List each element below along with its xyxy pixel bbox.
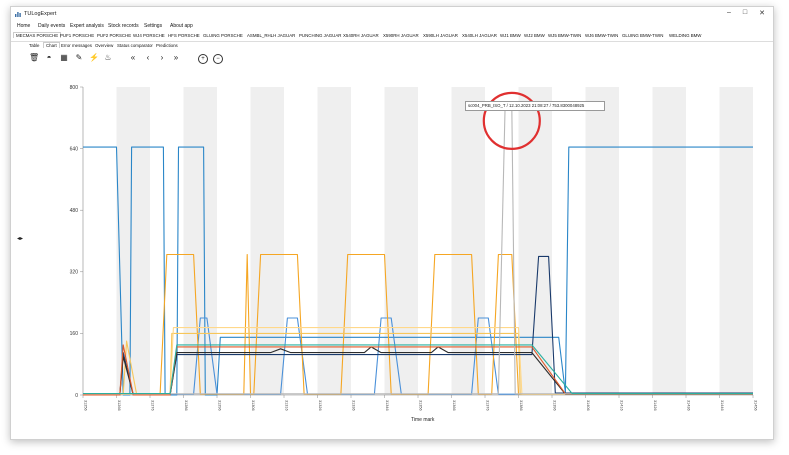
chart-toolbar: 🗑 ◓ ▦ ✎ ⚡ ♨ « ‹ › » + − bbox=[11, 51, 773, 65]
tab-line[interactable]: X540LH JAGUAR bbox=[462, 33, 497, 38]
tab-line[interactable]: WJ4 PORSCHE bbox=[133, 33, 165, 38]
tab-line[interactable]: WJ6 BMW-TWIN bbox=[585, 33, 618, 38]
tab-line[interactable]: GLUING PORSCHE bbox=[203, 33, 243, 38]
x-tick-label: 31406 bbox=[586, 400, 590, 411]
window-title: TULogExpert bbox=[24, 11, 57, 17]
grid-band bbox=[652, 87, 686, 395]
maximize-button[interactable]: □ bbox=[739, 9, 751, 16]
tab-line[interactable]: WJ5 BMW-TWIN bbox=[548, 33, 581, 38]
x-tick-label: 31386 bbox=[519, 400, 523, 411]
data-point-tooltip: sc004_PRB_ISO_T / 12.10.2023 21:08:27 / … bbox=[465, 101, 605, 111]
tab-line[interactable]: X590RH JAGUAR bbox=[383, 33, 419, 38]
tab-line[interactable]: PUF2 PORSCHE bbox=[97, 33, 131, 38]
tab-line[interactable]: HFS PORSCHE bbox=[168, 33, 200, 38]
tab-status-comparator[interactable]: Status comparator bbox=[117, 43, 153, 48]
y-tick-label: 480 bbox=[70, 208, 79, 214]
menu-settings[interactable]: Settings bbox=[144, 23, 162, 29]
grid-band bbox=[719, 87, 753, 395]
app-window: TULogExpert – □ ✕ Home Daily events Expe… bbox=[10, 6, 774, 440]
title-bar: TULogExpert – □ ✕ bbox=[11, 7, 773, 21]
tab-line[interactable]: MECMAS PORSCHE bbox=[13, 32, 62, 38]
x-tick-label: 31356 bbox=[419, 400, 423, 411]
menu-home[interactable]: Home bbox=[17, 23, 30, 29]
x-tick-label: 31396 bbox=[553, 400, 557, 411]
forward-icon[interactable]: › bbox=[157, 53, 167, 63]
fast-forward-icon[interactable]: » bbox=[171, 53, 181, 63]
bolt-icon[interactable]: ⚡ bbox=[89, 53, 99, 63]
x-tick-label: 31266 bbox=[117, 400, 121, 411]
x-tick-label: 31306 bbox=[251, 400, 255, 411]
x-tick-label: 31296 bbox=[218, 400, 222, 411]
tab-line[interactable]: PUF1 PORSCHE bbox=[60, 33, 94, 38]
tab-line[interactable]: ASMBL_RHLH JAGUAR bbox=[247, 33, 295, 38]
tab-predictions[interactable]: Predictions bbox=[156, 43, 178, 48]
trash-icon[interactable]: 🗑 bbox=[29, 53, 39, 63]
tab-line[interactable]: WJ2 BMW bbox=[524, 33, 545, 38]
y-tick-label: 320 bbox=[70, 270, 79, 276]
add-icon[interactable]: + bbox=[198, 54, 208, 64]
tab-line[interactable]: X540RH JAGUAR bbox=[343, 33, 379, 38]
side-panel-handle[interactable]: ◂▸ bbox=[17, 235, 23, 242]
grid-band bbox=[585, 87, 619, 395]
grid-band bbox=[183, 87, 217, 395]
x-tick-label: 31426 bbox=[653, 400, 657, 411]
tab-line[interactable]: WELDING BMW bbox=[669, 33, 701, 38]
menu-stock-records[interactable]: Stock records bbox=[108, 23, 139, 29]
grid-band bbox=[451, 87, 485, 395]
y-tick-label: 160 bbox=[70, 331, 79, 337]
x-tick-label: 31346 bbox=[385, 400, 389, 411]
menu-expert-analysis[interactable]: Expert analysis bbox=[70, 23, 104, 29]
x-tick-label: 31316 bbox=[285, 400, 289, 411]
headset-icon[interactable]: ◓ bbox=[44, 53, 54, 63]
app-logo-icon bbox=[15, 12, 21, 17]
tab-line[interactable]: WJ1 BMW bbox=[500, 33, 521, 38]
menu-bar: Home Daily events Expert analysis Stock … bbox=[11, 21, 773, 30]
edit-icon[interactable]: ✎ bbox=[74, 53, 84, 63]
line-chart: 0 160 320 480 640 800 31256 31266 31276 31286 3129… bbox=[31, 69, 771, 435]
close-button[interactable]: ✕ bbox=[756, 9, 768, 17]
x-axis-title: Time mark bbox=[411, 417, 435, 423]
tab-line[interactable]: GLUING BMW-TWIN bbox=[622, 33, 663, 38]
tab-error-messages[interactable]: Error messages bbox=[61, 43, 92, 48]
back-icon[interactable]: ‹ bbox=[143, 53, 153, 63]
tab-chart[interactable]: Chart bbox=[43, 42, 60, 48]
grid-band bbox=[317, 87, 351, 395]
menu-daily-events[interactable]: Daily events bbox=[38, 23, 65, 29]
y-tick-label: 640 bbox=[70, 146, 79, 152]
x-tick-label: 31286 bbox=[184, 400, 188, 411]
view-tabs: Table Chart Error messages Overview Stat… bbox=[11, 42, 773, 50]
chart-svg: 0 160 320 480 640 800 31256 31266 31276 31286 3129… bbox=[70, 85, 758, 411]
x-tick-label: 31416 bbox=[620, 400, 624, 411]
y-tick-label: 800 bbox=[70, 85, 79, 91]
x-tick-label: 31336 bbox=[352, 400, 356, 411]
x-tick-label: 31256 bbox=[84, 400, 88, 411]
tab-overview[interactable]: Overview bbox=[95, 43, 113, 48]
x-tick-label: 31366 bbox=[452, 400, 456, 411]
tab-line[interactable]: X590LH JAGUAR bbox=[423, 33, 458, 38]
x-tick-label: 31456 bbox=[754, 400, 758, 411]
x-tick-label: 31276 bbox=[151, 400, 155, 411]
tab-line[interactable]: PUNCHING JAGUAR bbox=[299, 33, 341, 38]
minus-icon[interactable]: − bbox=[213, 54, 223, 64]
minimize-button[interactable]: – bbox=[723, 9, 735, 16]
production-line-tabs: MECMAS PORSCHE PUF1 PORSCHE PUF2 PORSCHE… bbox=[11, 31, 773, 42]
x-tick-label: 31436 bbox=[687, 400, 691, 411]
y-tick-label: 0 bbox=[75, 393, 78, 399]
x-tick-label: 31376 bbox=[486, 400, 490, 411]
rewind-icon[interactable]: « bbox=[128, 53, 138, 63]
x-tick-label: 31326 bbox=[318, 400, 322, 411]
calendar-icon[interactable]: ▦ bbox=[59, 53, 69, 63]
tab-table[interactable]: Table bbox=[29, 43, 40, 48]
x-tick-label: 31446 bbox=[720, 400, 724, 411]
fire-icon[interactable]: ♨ bbox=[103, 53, 113, 63]
menu-about-app[interactable]: About app bbox=[170, 23, 193, 29]
